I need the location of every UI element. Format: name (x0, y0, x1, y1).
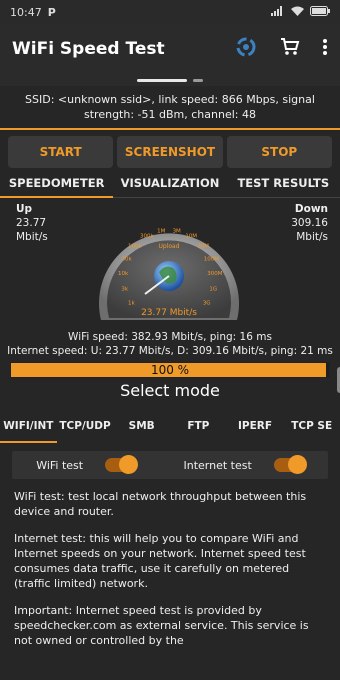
gauge-tick-label: 30M (197, 243, 209, 249)
wifi-speed-line: WiFi speed: 382.93 Mbit/s, ping: 16 ms (68, 331, 272, 343)
wifi-test-switch[interactable] (105, 455, 139, 474)
battery-icon (310, 5, 330, 19)
internet-test-label: Internet test (183, 458, 252, 472)
gauge-reading: 23.77 Mbit/s (141, 308, 197, 318)
wifi-test-label: WiFi test (36, 458, 84, 472)
signal-bars-icon (271, 5, 285, 19)
internet-speed-line: Internet speed: U: 23.77 Mbit/s, D: 309.… (7, 345, 333, 357)
down-unit: Mbit/s (296, 231, 328, 243)
mode-tab-tcp-server[interactable]: TCP SE (283, 409, 340, 443)
mode-tab-iperf[interactable]: IPERF (227, 409, 284, 443)
progress-text: 100 % (150, 363, 190, 377)
start-button[interactable]: START (8, 136, 114, 168)
gauge-tick-label: 1G (209, 287, 217, 293)
overflow-menu-icon[interactable] (322, 38, 328, 60)
wifi-icon (291, 6, 304, 19)
main-tabs: SPEEDOMETER VISUALIZATION TEST RESULTS (0, 168, 340, 198)
refresh-icon[interactable] (234, 35, 258, 63)
tab-speedometer[interactable]: SPEEDOMETER (0, 168, 114, 198)
test-toggles: WiFi test Internet test (12, 451, 328, 479)
gauge-tick-label: 30k (122, 256, 133, 262)
download-readout: Down 309.16 Mbit/s (291, 202, 328, 244)
action-buttons: START SCREENSHOT STOP (0, 130, 340, 168)
up-label: Up (16, 203, 33, 215)
gauge-tick-label: 3k (121, 287, 128, 293)
progress-bar: 100 % (10, 362, 330, 378)
gauge-tick-label: 1M (157, 229, 165, 235)
cart-icon[interactable] (280, 37, 300, 61)
description-important: Important: Internet speed test is provid… (14, 604, 309, 647)
clock: 10:47 (10, 5, 42, 19)
gauge-tick-label: 100k (128, 243, 142, 249)
tab-test-results[interactable]: TEST RESULTS (227, 168, 340, 198)
mode-tab-smb[interactable]: SMB (113, 409, 170, 443)
page-dot (193, 78, 203, 82)
gauge-tick-label: 10M (185, 234, 197, 240)
gauge-tick-label: 100M (204, 256, 219, 262)
up-unit: Mbit/s (16, 231, 48, 243)
gauge-tick-label: 300k (140, 234, 154, 240)
mode-description: WiFi test: test local network throughput… (0, 479, 340, 648)
gauge-tick-label: 3G (203, 300, 211, 306)
app-title: WiFi Speed Test (12, 39, 165, 59)
stop-button[interactable]: STOP (226, 136, 332, 168)
status-bar: 10:47 P (0, 0, 340, 24)
down-label: Down (294, 203, 328, 215)
mode-tab-ftp[interactable]: FTP (170, 409, 227, 443)
speedometer-gauge: 1k 3k 10k 30k 100k 300k1M 3M 10M30M 100M 300M 1G 3G… (99, 229, 239, 320)
internet-test-switch[interactable] (273, 455, 307, 474)
ssid-info: SSID: <unknown ssid>, link speed: 866 Mb… (0, 86, 340, 130)
select-mode-heading: Select mode (120, 381, 220, 400)
mode-tab-wifi-int[interactable]: WIFI/INT (0, 409, 57, 443)
gauge-tick-label: 10k (118, 271, 129, 277)
mode-tab-tcp-udp[interactable]: TCP/UDP (57, 409, 114, 443)
screenshot-button[interactable]: SCREENSHOT (117, 136, 223, 168)
upload-readout: Up 23.77 Mbit/s (16, 202, 48, 244)
page-dot-active (137, 78, 187, 82)
description-wifi: WiFi test: test local network throughput… (14, 490, 307, 518)
progress-end (326, 363, 329, 377)
notification-icon: P (47, 5, 56, 19)
down-value: 309.16 (291, 217, 328, 229)
page-indicator (0, 74, 340, 86)
app-bar: WiFi Speed Test (0, 24, 340, 74)
mode-tabs: WIFI/INT TCP/UDP SMB FTP IPERF TCP SE (0, 409, 340, 443)
up-value: 23.77 (16, 217, 47, 229)
description-internet: Internet test: this will help you to com… (14, 532, 306, 590)
gauge-tick-label: 1k (128, 300, 135, 306)
speedometer-panel: Up 23.77 Mbit/s Down 309.16 Mbit/s 1k 3k 1… (0, 198, 340, 326)
gauge-tick-label: 3M (173, 229, 181, 235)
gauge-mode-label: Upload (158, 243, 179, 250)
gauge-tick-label: 300M (207, 271, 222, 277)
tab-visualization[interactable]: VISUALIZATION (113, 168, 226, 198)
